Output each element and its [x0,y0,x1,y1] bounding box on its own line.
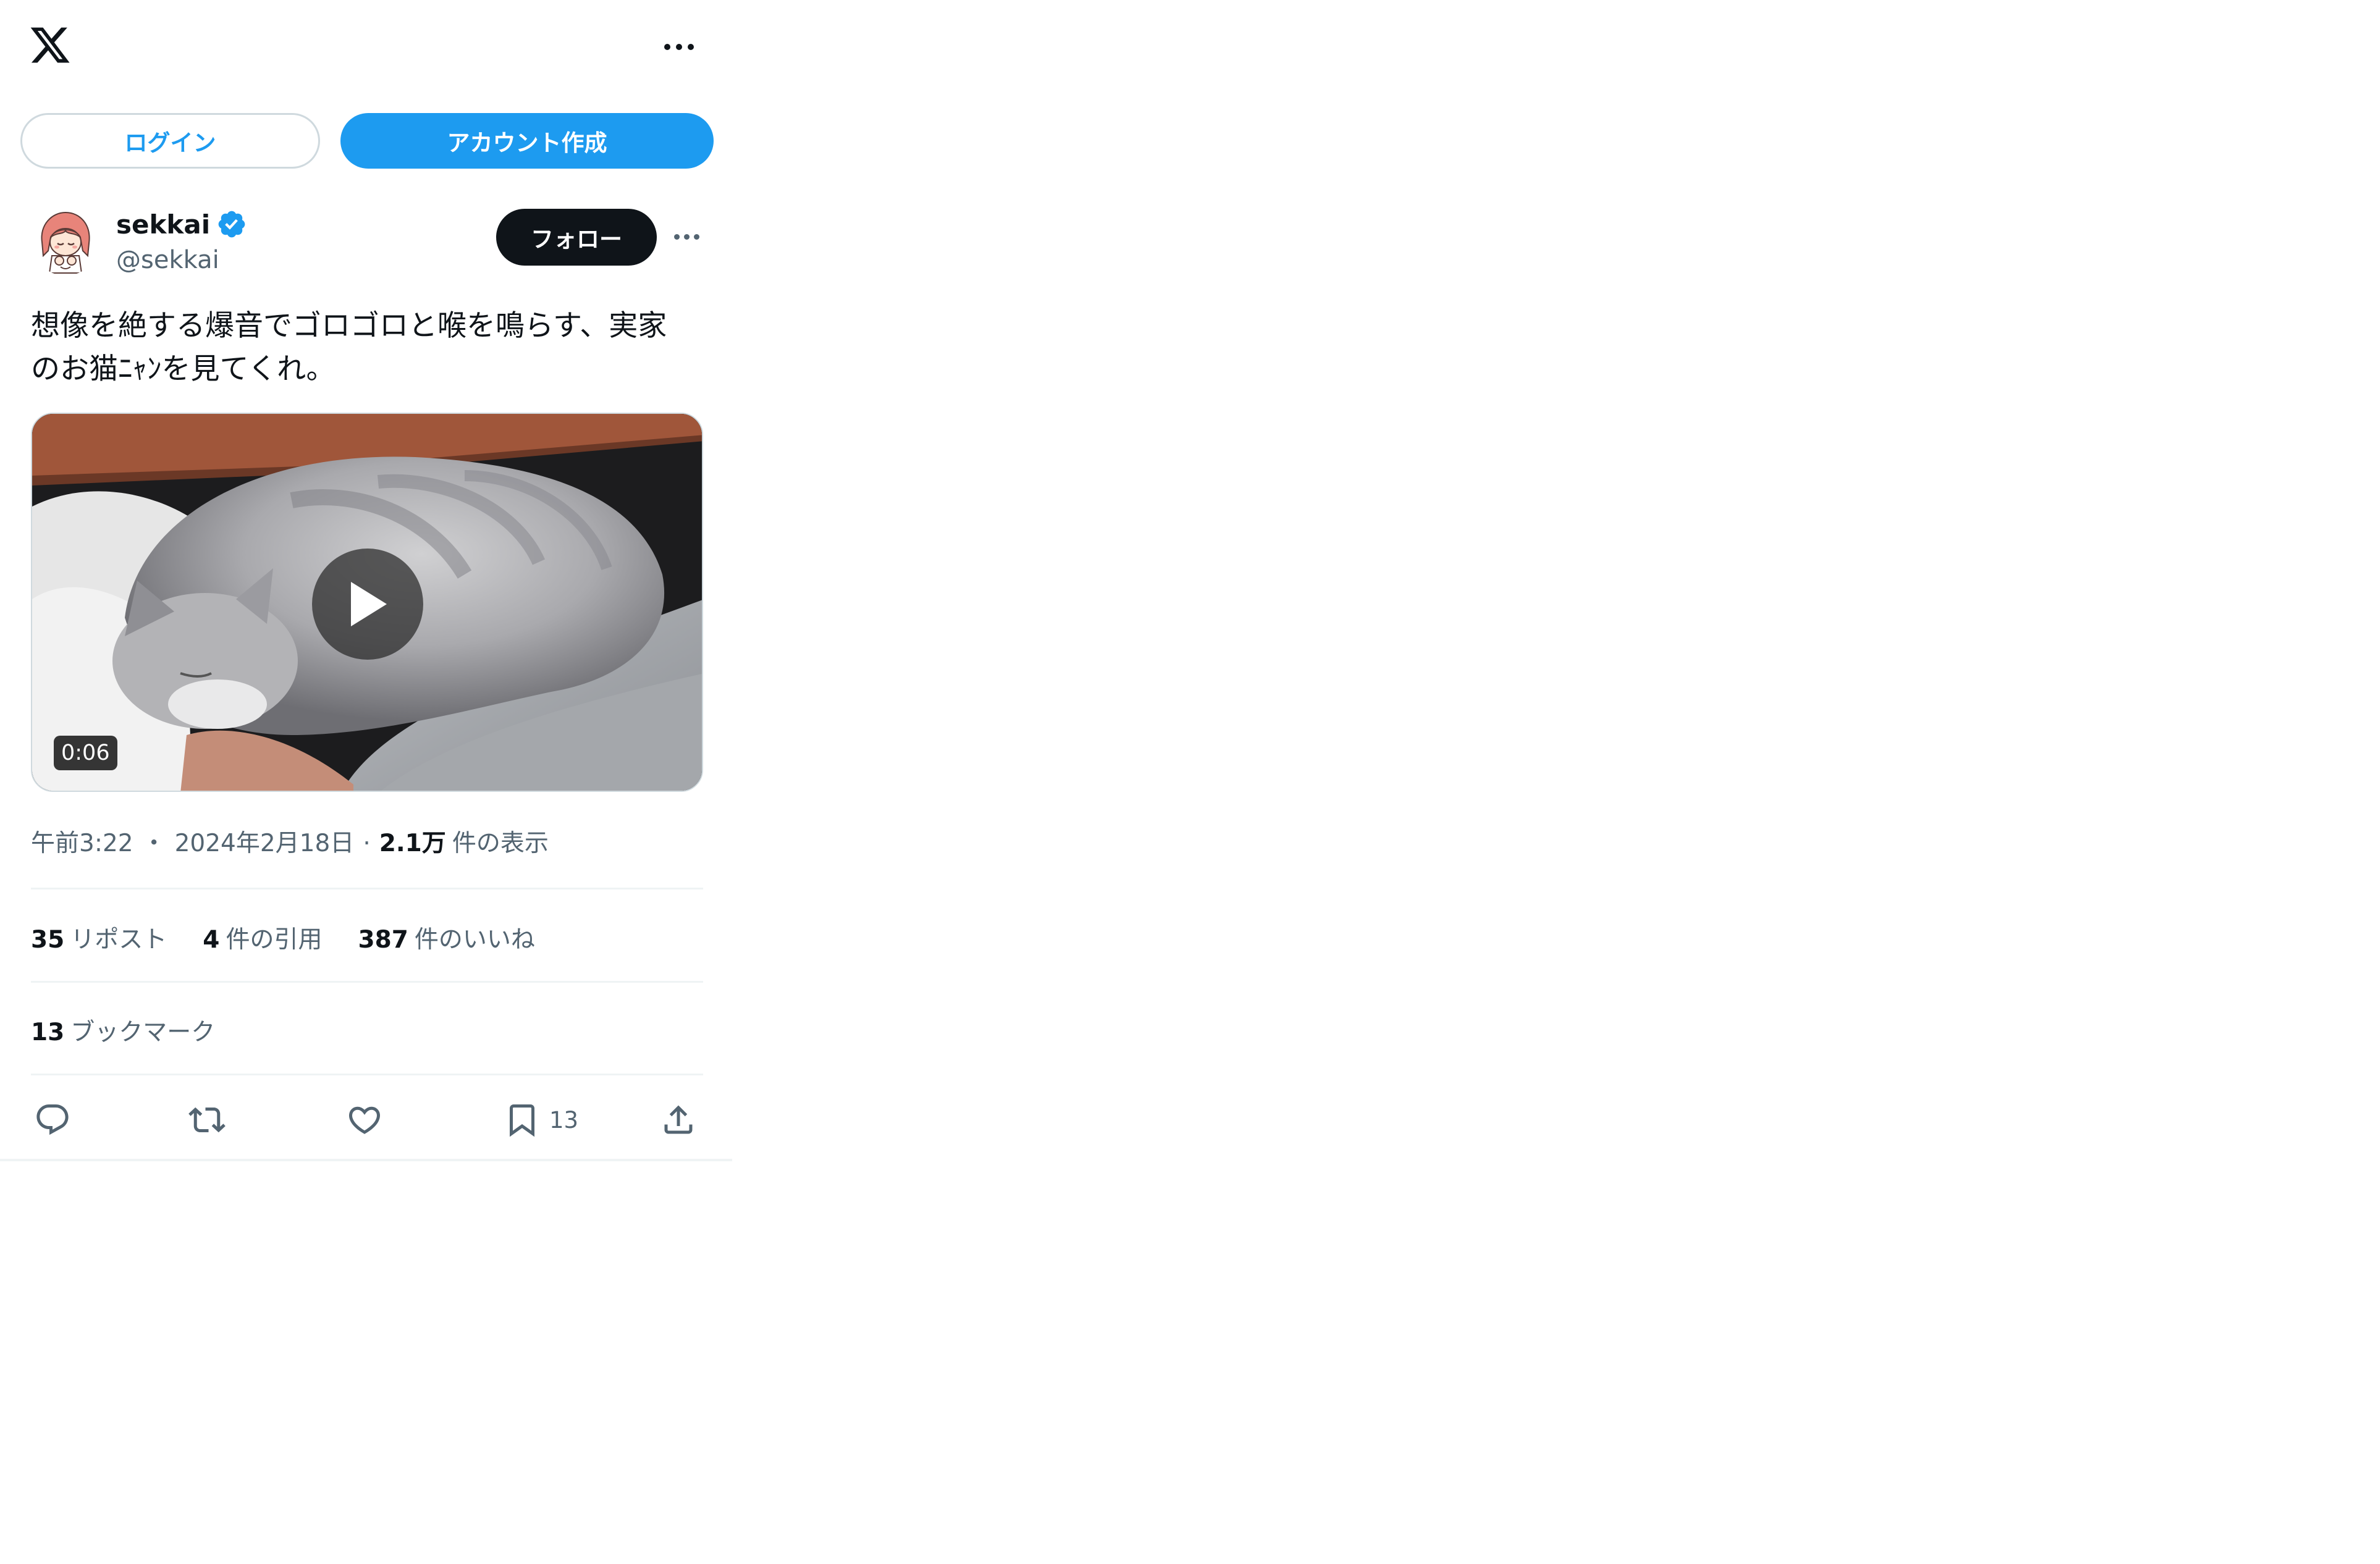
tweet-time[interactable]: 午前3:22 [31,824,133,859]
meta-separator: · [363,830,371,857]
repost-button[interactable] [188,1096,226,1143]
bookmarks-count: 13 [31,1019,65,1046]
author-handle[interactable]: @sekkai [116,246,219,274]
share-button[interactable] [660,1096,697,1143]
play-button[interactable] [312,549,423,660]
bookmark-stats: 13 ブックマーク [31,1013,215,1048]
tweet-text: 想像を絶する爆音でゴロゴロと喉を鳴らす、実家 のお猫ﾆｬﾝを見てくれ。 [31,309,667,386]
like-button[interactable] [346,1096,383,1143]
video-duration: 0:06 [54,736,117,770]
reposts-stat[interactable]: 35 リポスト [31,920,167,955]
bookmarks-label: ブックマーク [70,1019,216,1046]
views-label: 件の表示 [452,830,549,857]
play-icon [351,582,387,626]
author-name[interactable]: sekkai [116,209,247,240]
verified-badge-icon [218,211,245,238]
divider [31,981,703,983]
views-count: 2.1万 [379,830,446,857]
quotes-label: 件の引用 [226,926,323,954]
heart-icon [348,1106,381,1134]
avatar[interactable] [31,206,100,275]
reposts-count: 35 [31,926,65,954]
tweet-column: ログイン アカウント作成 sekkai @sekkai フォロー 想像を絶する爆… [0,0,732,1161]
quotes-stat[interactable]: 4 件の引用 [203,920,322,955]
x-logo-icon[interactable] [28,23,72,67]
quotes-count: 4 [203,926,220,954]
meta-separator: ・ [141,830,166,857]
author-display-name[interactable]: sekkai [116,209,210,240]
tweet-more-icon[interactable] [674,232,703,241]
likes-label: 件のいいね [414,926,535,954]
divider [31,888,703,889]
tweet-meta: 午前3:22 ・ 2024年2月18日 · 2.1万 件の表示 [31,824,549,859]
action-bar: 13 [31,1096,703,1143]
bookmark-count: 13 [549,1106,579,1133]
video-player[interactable]: 0:06 [31,413,703,792]
more-horizontal-icon[interactable] [664,42,699,52]
likes-stat[interactable]: 387 件のいいね [358,920,534,955]
reply-icon [36,1104,69,1135]
bookmark-icon [510,1104,534,1137]
tweet-date[interactable]: 2024年2月18日 [175,824,355,859]
bookmark-button[interactable]: 13 [504,1096,578,1143]
create-account-button[interactable]: アカウント作成 [340,113,714,169]
reply-button[interactable] [34,1096,71,1143]
follow-button[interactable]: フォロー [496,209,657,266]
share-icon [664,1105,693,1134]
engagement-stats: 35 リポスト 4 件の引用 387 件のいいね [31,920,535,955]
divider [31,1074,703,1075]
repost-icon [188,1107,226,1133]
login-button[interactable]: ログイン [20,113,320,169]
bookmarks-stat[interactable]: 13 ブックマーク [31,1013,215,1048]
reposts-label: リポスト [70,926,167,954]
likes-count: 387 [358,926,408,954]
page: ログイン アカウント作成 sekkai @sekkai フォロー 想像を絶する爆… [0,0,2380,1564]
